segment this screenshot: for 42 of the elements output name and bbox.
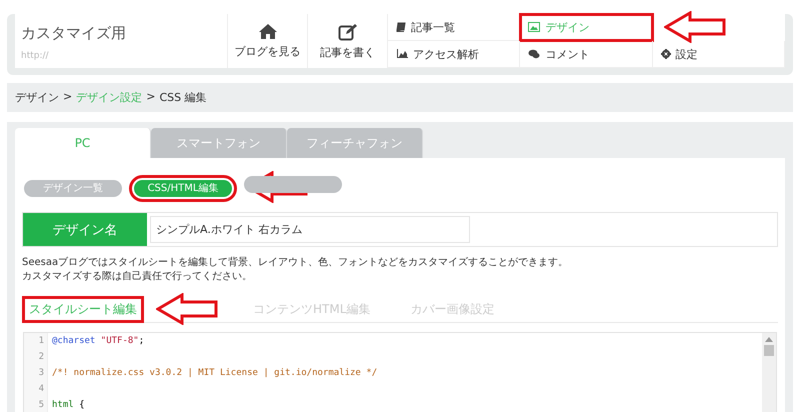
blog-url: http:// [21,51,49,61]
sub-tab[interactable]: スタイルシート編集 [22,296,144,322]
scroll-thumb[interactable] [764,345,774,356]
design-name-field[interactable]: シンプルA.ホワイト 右カラム [150,216,470,243]
arrow-annotation [156,293,218,325]
breadcrumb-separator: > [63,90,72,105]
chat-icon [528,49,540,59]
menu-item[interactable]: デザイン [520,14,653,41]
code-line: html { [51,400,85,410]
settings-icon [660,49,671,59]
device-tab[interactable]: フィーチャフォン [287,128,423,158]
code-editor[interactable]: 1 @charset "UTF-8"; 2 3 /*! normalize.css v3.0.2 | MIT License | git.io/normalize */ 4 5 html { [23,332,777,412]
book-icon [396,22,406,32]
line-number: 2 [24,349,48,365]
line-number: 1 [24,333,48,349]
code-line: /*! normalize.css v3.0.2 | MIT License | git.io/normalize */ [51,368,378,378]
blog-title: カスタマイズ用 [21,24,127,43]
image-icon [528,22,540,32]
design-name-label: デザイン名 [23,213,147,246]
breadcrumb-text: デザイン [15,90,59,105]
description-text: Seesaaブログではスタイルシートを編集して背景、レイアウト、色、フォントなどをカスタマイズすることができます。 [22,256,570,270]
line-number: 5 [24,397,48,412]
edit-icon [338,22,358,40]
device-tab[interactable]: スマートフォン [151,128,287,158]
menu-item[interactable]: 記事一覧 [388,14,520,41]
menu-item[interactable]: コメント [520,41,653,68]
pill-button[interactable]: CSS/HTML編集 [134,180,232,196]
line-number: 4 [24,381,48,397]
pill-button[interactable]: デザイン一覧 [24,180,122,196]
menu-item[interactable]: アクセス解析 [388,41,520,68]
breadcrumb-link[interactable]: デザイン設定 [76,90,142,105]
menu-item[interactable]: 設定 [652,41,785,68]
code-line: @charset "UTF-8"; [51,336,144,346]
scrollbar[interactable] [762,333,776,412]
device-tab[interactable]: PC [15,128,151,158]
breadcrumb-separator: > [146,90,156,105]
description-text: カスタマイズする際は自己責任で行ってください。 [22,270,253,284]
chart-icon [396,49,408,59]
line-number: 3 [24,365,48,381]
home-icon [258,23,278,40]
scroll-up-icon[interactable] [765,337,773,342]
breadcrumb-text: CSS 編集 [159,90,207,105]
